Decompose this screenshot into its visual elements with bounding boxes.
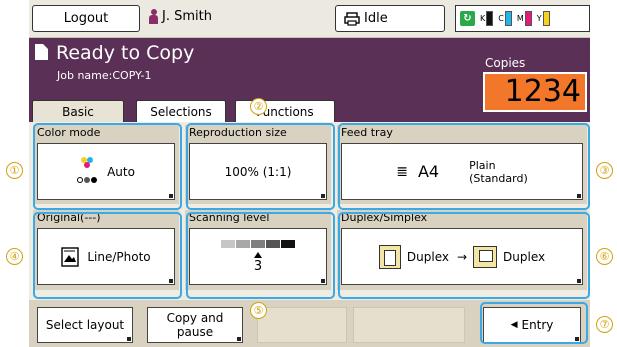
machine-status-button[interactable]: Idle — [335, 5, 445, 32]
original-title: Original(---) — [37, 211, 101, 224]
basic-tab-content: Color mode Auto Reproduction size 100% (… — [29, 122, 590, 300]
copy-panel: Ready to Copy Job name:COPY-1 Copies 123… — [29, 38, 590, 300]
line-photo-icon — [61, 246, 80, 267]
status-label: Idle — [364, 11, 388, 26]
refresh-icon: ↻ — [460, 11, 475, 26]
level-marker-icon — [254, 251, 262, 258]
user-name: J. Smith — [162, 9, 212, 24]
feed-tray-button[interactable]: ≣ A4 Plain (Standard) — [341, 143, 583, 200]
reproduction-size-value: 100% (1:1) — [224, 164, 292, 179]
color-mode-tile: Color mode Auto — [33, 125, 179, 204]
empty-slot — [353, 307, 465, 343]
status-bar: Logout J. Smith Idle ↻ K C M Y — [29, 0, 590, 38]
duplex-original-icon — [378, 244, 401, 269]
bottom-action-bar: Select layout Copy and pause ◀ Entry — [29, 300, 590, 347]
duplex-output-icon — [473, 245, 498, 268]
select-layout-button[interactable]: Select layout — [37, 307, 133, 343]
job-name: Job name:COPY-1 — [57, 69, 152, 82]
duplex-simplex-title: Duplex/Simplex — [341, 211, 428, 224]
duplex-to: Duplex — [503, 249, 546, 264]
feed-tray-title: Feed tray — [341, 126, 393, 139]
original-type-button[interactable]: Line/Photo — [37, 228, 175, 285]
color-mode-value: Auto — [107, 164, 135, 179]
paper-type: Plain (Standard) — [469, 158, 528, 185]
ink-y: Y — [537, 11, 550, 26]
arrow-right-icon: → — [456, 249, 468, 264]
scanning-level-button[interactable]: 3 — [189, 228, 327, 285]
duplex-simplex-button[interactable]: Duplex → Duplex — [341, 228, 583, 285]
ink-c: C — [498, 11, 512, 26]
ink-m: M — [517, 11, 532, 26]
document-icon — [35, 44, 48, 60]
duplex-from: Duplex — [406, 249, 449, 264]
callout-5: ⑤ — [250, 302, 267, 319]
tab-basic[interactable]: Basic — [32, 100, 124, 122]
color-mode-icon — [77, 156, 98, 187]
duplex-simplex-tile: Duplex/Simplex Duplex → Duplex — [337, 210, 587, 290]
color-mode-button[interactable]: Auto — [37, 143, 175, 200]
callout-6: ⑥ — [596, 248, 613, 265]
scanning-level-tile: Scanning level 3 — [185, 210, 331, 290]
user-indicator: J. Smith — [149, 9, 212, 24]
entry-arrow-icon: ◀ — [510, 320, 518, 330]
scanning-level-scale: 3 — [220, 239, 296, 274]
callout-3: ③ — [596, 162, 613, 179]
callout-7: ⑦ — [596, 316, 613, 333]
printer-icon — [344, 11, 360, 26]
callout-2: ② — [250, 98, 267, 115]
copies-counter[interactable]: 1234 — [483, 72, 587, 112]
reproduction-size-title: Reproduction size — [189, 126, 287, 139]
scanning-level-title: Scanning level — [189, 211, 270, 224]
copy-and-pause-button[interactable]: Copy and pause — [147, 307, 243, 343]
original-tile: Original(---) Line/Photo — [33, 210, 179, 290]
entry-button[interactable]: ◀ Entry — [483, 307, 581, 343]
ink-level-panel[interactable]: ↻ K C M Y — [455, 5, 590, 32]
paper-size: A4 — [417, 162, 440, 181]
feed-tray-tile: Feed tray ≣ A4 Plain (Standard) — [337, 125, 587, 204]
tab-selections[interactable]: Selections — [136, 100, 226, 122]
logout-button[interactable]: Logout — [32, 5, 140, 32]
color-mode-title: Color mode — [37, 126, 101, 139]
scanning-level-value: 3 — [253, 258, 263, 274]
reproduction-size-button[interactable]: 100% (1:1) — [189, 143, 327, 200]
reproduction-size-tile: Reproduction size 100% (1:1) — [185, 125, 331, 204]
paper-tray-icon: ≣ — [396, 163, 408, 180]
empty-slot — [257, 307, 347, 343]
original-type-value: Line/Photo — [87, 249, 151, 264]
user-icon — [149, 9, 158, 24]
copies-label: Copies — [485, 56, 526, 70]
callout-4: ④ — [6, 248, 23, 265]
page-title: Ready to Copy — [56, 42, 195, 64]
ink-k: K — [480, 11, 494, 26]
callout-1: ① — [6, 162, 23, 179]
